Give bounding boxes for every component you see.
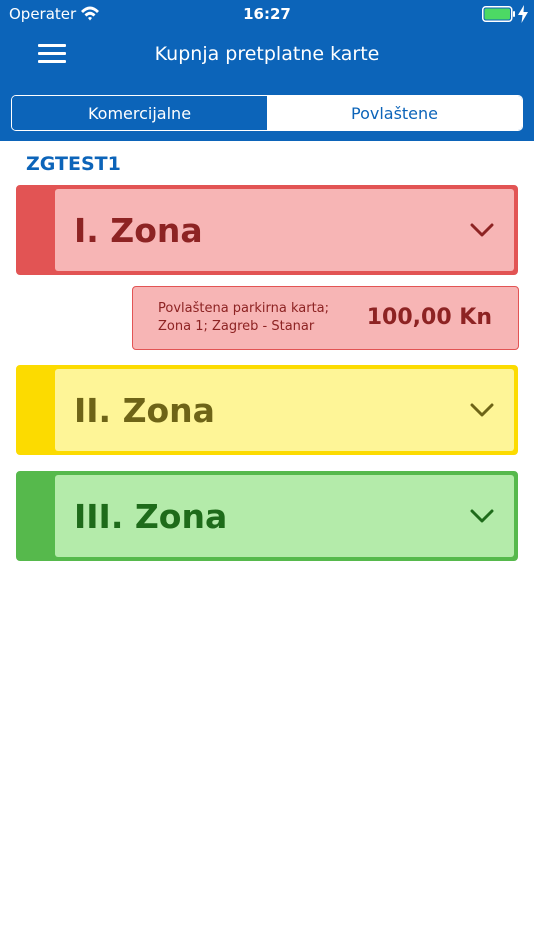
page-title: Kupnja pretplatne karte <box>154 43 380 65</box>
zone-1-header[interactable]: I. Zona <box>16 185 518 275</box>
ticket-description-line1: Povlaštena parkirna karta; <box>158 301 330 316</box>
chevron-down-icon <box>470 223 494 237</box>
zone-2-panel: II. Zona <box>55 369 514 451</box>
header-area: Operater 16:27 Kupnja pretplatne karte K… <box>0 0 534 141</box>
section-title: ZGTEST1 <box>26 153 121 175</box>
chevron-down-icon <box>470 509 494 523</box>
ticket-description: Povlaštena parkirna karta; Zona 1; Zagre… <box>158 300 358 336</box>
ticket-price: 100,00 Kn <box>366 305 492 330</box>
tab-komercijalne[interactable]: Komercijalne <box>12 96 267 130</box>
chevron-down-icon <box>470 403 494 417</box>
tab-povlastene[interactable]: Povlaštene <box>267 96 522 130</box>
battery-icon <box>482 6 515 22</box>
zone-2-header[interactable]: II. Zona <box>16 365 518 455</box>
ticket-item[interactable]: Povlaštena parkirna karta; Zona 1; Zagre… <box>132 286 519 350</box>
status-time: 16:27 <box>243 5 291 23</box>
zone-3-label: III. Zona <box>74 497 228 536</box>
zone-3-header[interactable]: III. Zona <box>16 471 518 561</box>
zone-1-panel: I. Zona <box>55 189 514 271</box>
zone-3-panel: III. Zona <box>55 475 514 557</box>
tab-selector: Komercijalne Povlaštene <box>11 95 523 131</box>
navigation-bar: Kupnja pretplatne karte <box>0 28 534 82</box>
lightning-bolt-icon <box>518 5 528 23</box>
zone-1-label: I. Zona <box>74 211 203 250</box>
zone-2-label: II. Zona <box>74 391 215 430</box>
status-bar: Operater 16:27 <box>0 0 534 28</box>
ticket-description-line2: Zona 1; Zagreb - Stanar <box>158 319 315 334</box>
